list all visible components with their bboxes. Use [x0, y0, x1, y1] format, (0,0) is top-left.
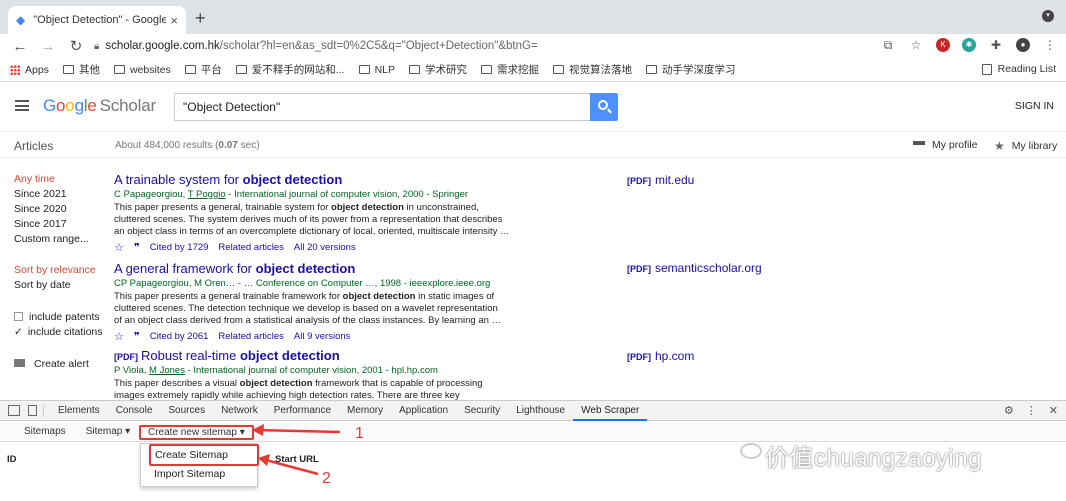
annotation-arrow-2 [261, 457, 319, 476]
annotation-label-2: 2 [322, 470, 331, 487]
watermark-text: 价值chuangzaoying [765, 445, 982, 472]
annotation-arrowhead-2 [258, 454, 270, 466]
browser-window: ◆ "Object Detection" - Google Sc × + ▾ ←… [0, 0, 1066, 501]
annotation-arrowhead-1 [252, 424, 264, 436]
wechat-watermark-icon [740, 443, 762, 459]
annotation-arrow-1 [255, 428, 341, 434]
annotation-overlay: 1 2 [252, 424, 364, 487]
annotation-label-1: 1 [355, 425, 364, 442]
